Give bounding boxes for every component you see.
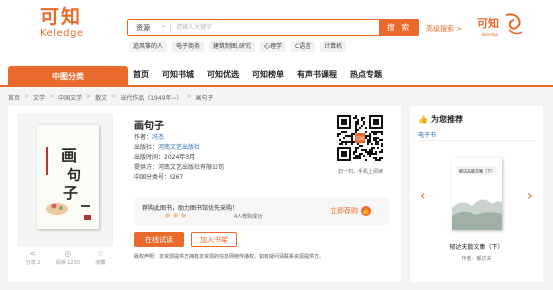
bookmark-icon: ☆	[96, 249, 104, 258]
nav-item-ranking[interactable]: 可知榜单	[252, 69, 284, 80]
copyright-notice: 版权声明：本资源提供方拥有本资源的信息网络传播权，如有疑问请联系资源提供方。	[134, 254, 325, 260]
svg-text:可知: 可知	[477, 16, 499, 30]
nav-item-home[interactable]: 首页	[133, 69, 149, 80]
share-action[interactable]: < 分享 2	[26, 249, 41, 266]
view-action: ◎ 阅读 1230	[56, 249, 80, 266]
publisher-row: 出版社：河南文艺出版社	[134, 144, 201, 151]
bookmark-label: 收藏	[95, 260, 106, 266]
site-logo[interactable]: 可知 Keledge	[40, 6, 100, 40]
read-online-button[interactable]: 在线试读	[134, 232, 184, 247]
hot-tag[interactable]: 计算机	[320, 41, 347, 52]
nav-item-bookstore[interactable]: 可知书城	[162, 69, 194, 80]
hot-tag[interactable]: 追风筝的人	[129, 41, 168, 52]
thumbs-up-icon: 👍	[418, 115, 428, 124]
site-header: 可知 Keledge 资源 ⌄ 搜 索 高级搜索 > 可知 Keledge 追风…	[0, 0, 553, 63]
book-cover-frame: 画 句 子	[18, 114, 113, 246]
book-cover[interactable]: 画 句 子	[37, 125, 99, 229]
breadcrumb-item[interactable]: 文学	[33, 93, 45, 102]
nav-item-topics[interactable]: 热点专题	[350, 69, 382, 80]
side-cover-title: 郁达夫散文集（下）	[459, 168, 495, 174]
qr-code: 可知	[337, 115, 383, 161]
breadcrumb-item[interactable]: 中国文学	[58, 93, 82, 102]
provider-row: 提供方：河南文艺出版社有限公司	[134, 164, 225, 171]
sidebar-heading-label: 为您推荐	[430, 115, 463, 124]
breadcrumb-current: 画句子	[195, 95, 214, 102]
author-row: 作者：冯杰	[134, 134, 165, 141]
search-bar: 资源 ⌄ 搜 索	[127, 19, 419, 36]
recommended-book-cover[interactable]: 郁达夫散文集（下）	[452, 158, 502, 230]
qr-note: 扫一扫，手机上阅读	[337, 169, 383, 175]
nav-item-audiobook[interactable]: 有声书课程	[297, 69, 337, 80]
search-divider	[170, 24, 171, 32]
chevron-left-icon[interactable]: ‹	[420, 188, 426, 204]
category-menu-button[interactable]: 中图分类	[8, 66, 128, 87]
thumbs-up-icon: 👍	[361, 206, 371, 216]
cover-title-char: 画	[61, 146, 77, 165]
avatar	[180, 212, 187, 219]
breadcrumb-item[interactable]: 散文	[95, 93, 107, 102]
logo-en: Keledge	[40, 28, 84, 39]
add-to-shelf-button[interactable]: 加入书架	[191, 232, 237, 247]
keledge-brand-logo: 可知 Keledge	[477, 13, 523, 37]
cover-title-char: 子	[63, 184, 78, 202]
hot-tag[interactable]: 心理学	[259, 41, 286, 52]
divider	[418, 140, 535, 141]
search-button[interactable]: 搜 索	[379, 19, 419, 36]
view-label: 阅读 1230	[55, 260, 81, 266]
chevron-right-icon[interactable]: ›	[527, 188, 533, 204]
nav-items: 首页 可知书城 可知优选 可知榜单 有声书课程 热点专题	[133, 69, 382, 80]
pubdate-row: 出版时间：2024年3月	[134, 154, 196, 161]
logo-cn: 可知	[40, 6, 83, 28]
hot-tag[interactable]: 电子商务	[172, 41, 205, 52]
cover-illustration	[46, 203, 68, 215]
search-type-select[interactable]: 资源	[136, 23, 150, 33]
bookmark-action[interactable]: ☆ 收藏	[95, 249, 105, 266]
recommended-book-title[interactable]: 郁达夫散文集（下）	[410, 242, 543, 251]
recommend-purchase-bar: 荐购此图书，助力图书馆优先采购！ 4人荐购成功 立即荐购 👍	[134, 198, 389, 225]
avatar	[164, 212, 171, 219]
nav-item-selected[interactable]: 可知优选	[207, 69, 239, 80]
recommended-book-author: 作者：郁达夫	[461, 256, 492, 262]
avatar	[172, 212, 179, 219]
view-icon: ◎	[64, 249, 72, 258]
book-detail-card: 画 句 子 < 分享 2 ◎ 阅读 1230 ☆ 收藏 画句子 作者：冯杰 出版…	[8, 106, 401, 282]
cover-seal	[46, 147, 48, 175]
book-meta: 作者：冯杰 出版社：河南文艺出版社 出版时间：2024年3月 提供方：河南文艺出…	[134, 133, 224, 183]
sidebar-heading: 👍 为您推荐	[418, 114, 463, 125]
qr-code-block: 可知 扫一扫，手机上阅读	[333, 114, 388, 175]
qr-badge-label: 可知	[356, 135, 364, 141]
advanced-search-link[interactable]: 高级搜索 >	[426, 24, 462, 34]
recommend-sidebar: 👍 为您推荐 电子书 ‹ › 郁达夫散文集（下） 郁达夫散文集（下） 作者：郁达…	[410, 106, 543, 282]
breadcrumb: 首页 > 文学 > 中国文学 > 散文 > 当代作品（1949年~） > 画句子	[8, 93, 214, 102]
search-input[interactable]	[176, 21, 376, 34]
tab-ebook[interactable]: 电子书	[418, 130, 436, 139]
cover-title-char: 句	[67, 167, 81, 184]
recommend-now-label: 立即荐购	[330, 207, 358, 215]
hot-tag[interactable]: C语言	[290, 41, 316, 52]
hot-search-tags: 追风筝的人 电子商务 建筑制图,研究 心理学 C语言 计算机	[129, 41, 347, 52]
publisher-link[interactable]: 河南文艺出版社	[158, 144, 200, 151]
breadcrumb-item[interactable]: 首页	[8, 93, 20, 102]
chevron-down-icon[interactable]: ⌄	[161, 22, 166, 29]
recommend-count: 4人荐购成功	[234, 214, 263, 220]
recommender-avatars	[164, 212, 187, 219]
book-actions: < 分享 2 ◎ 阅读 1230 ☆ 收藏	[18, 249, 113, 266]
recommend-text: 荐购此图书，助力图书馆优先采购！	[142, 205, 239, 212]
svg-text:Keledge: Keledge	[482, 32, 499, 37]
hot-tag[interactable]: 建筑制图,研究	[209, 41, 255, 52]
main-nav: 中图分类 首页 可知书城 可知优选 可知榜单 有声书课程 热点专题	[0, 63, 553, 87]
author-link[interactable]: 冯杰	[152, 134, 164, 141]
share-icon: <	[29, 249, 37, 258]
book-title: 画句子	[134, 121, 164, 132]
share-label: 分享 2	[25, 260, 41, 266]
breadcrumb-item[interactable]: 当代作品（1949年~）	[120, 93, 182, 102]
recommend-now-button[interactable]: 立即荐购 👍	[330, 206, 371, 216]
clc-row: 中国分类号：I267	[134, 174, 184, 181]
